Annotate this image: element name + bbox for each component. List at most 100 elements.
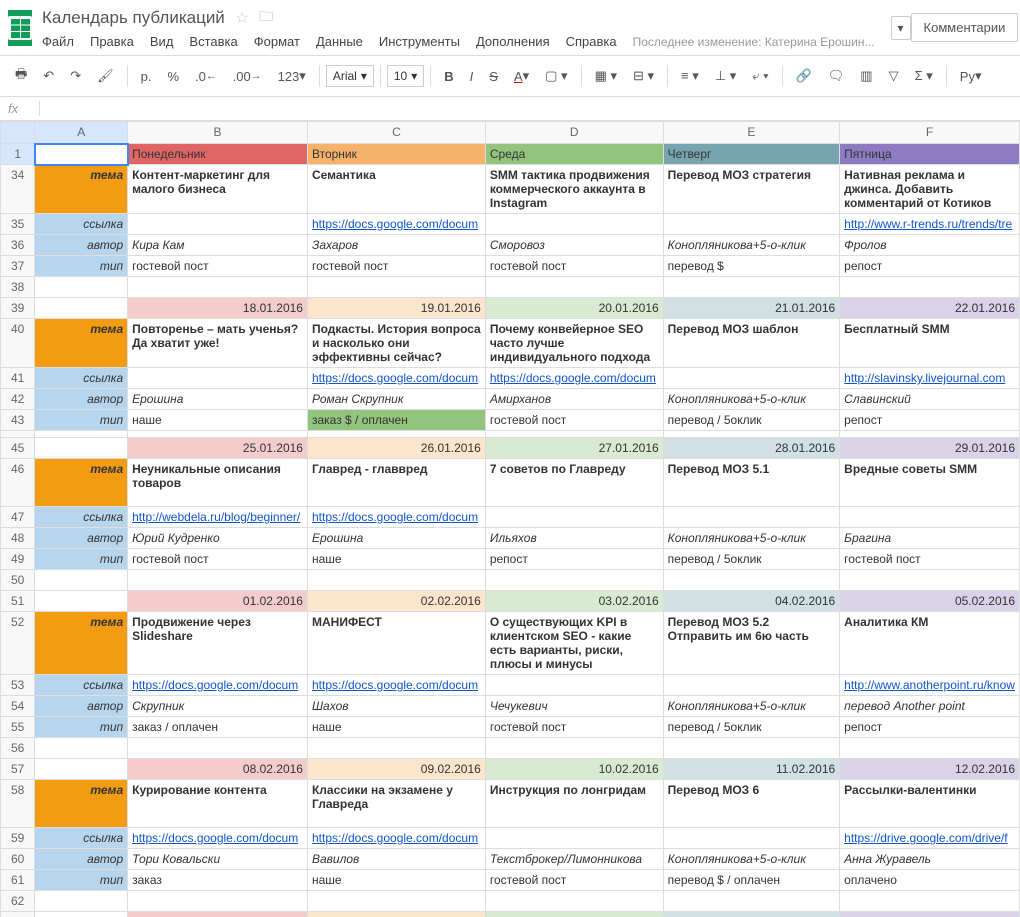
avtor-cell[interactable]: Скрупник <box>128 696 308 717</box>
menu-help[interactable]: Справка <box>566 34 617 49</box>
tema-cell[interactable]: Бесплатный SMM <box>840 319 1020 368</box>
date-cell[interactable]: 19.02.2016 <box>840 912 1020 917</box>
tip-cell[interactable]: репост <box>840 256 1020 277</box>
avtor-cell[interactable]: Текстброкер/Лимонникова <box>485 849 663 870</box>
row-header[interactable]: 45 <box>1 438 35 459</box>
tip-cell[interactable]: оплачено <box>840 870 1020 891</box>
avtor-cell[interactable]: Амирханов <box>485 389 663 410</box>
menu-format[interactable]: Формат <box>254 34 300 49</box>
avtor-cell[interactable]: Брагина <box>840 528 1020 549</box>
tip-cell[interactable]: перевод $ <box>663 256 840 277</box>
cell[interactable] <box>663 570 840 591</box>
day-header[interactable]: Пятница <box>840 144 1020 165</box>
tip-cell[interactable]: наше <box>307 870 485 891</box>
cell[interactable] <box>35 738 128 759</box>
label-tip[interactable]: тип <box>35 549 128 570</box>
dec-increase-button[interactable]: .00→ <box>226 64 269 89</box>
label-tip[interactable]: тип <box>35 256 128 277</box>
tema-cell[interactable]: SMM тактика продвижения коммерческого ак… <box>485 165 663 214</box>
link-cell[interactable] <box>663 828 840 849</box>
avtor-cell[interactable]: Ерошина <box>307 528 485 549</box>
tema-cell[interactable]: О существующих KPI в клиентском SEO - ка… <box>485 612 663 675</box>
label-tema[interactable]: тема <box>35 780 128 828</box>
date-cell[interactable]: 17.02.2016 <box>485 912 663 917</box>
date-cell[interactable]: 19.01.2016 <box>307 298 485 319</box>
tema-cell[interactable]: Почему конвейерное SEO часто лучше индив… <box>485 319 663 368</box>
chart-button[interactable]: ▥ <box>853 63 879 89</box>
row-header[interactable]: 48 <box>1 528 35 549</box>
label-avtor[interactable]: автор <box>35 528 128 549</box>
link-button[interactable]: 🔗 <box>789 63 819 89</box>
cell[interactable] <box>128 570 308 591</box>
link-cell[interactable] <box>485 214 663 235</box>
label-tema[interactable]: тема <box>35 319 128 368</box>
date-cell[interactable]: 01.02.2016 <box>128 591 308 612</box>
row-header[interactable]: 41 <box>1 368 35 389</box>
tip-cell[interactable]: гостевой пост <box>485 410 663 431</box>
row-header[interactable]: 56 <box>1 738 35 759</box>
font-select[interactable]: Arial ▾ <box>326 65 374 87</box>
menu-view[interactable]: Вид <box>150 34 174 49</box>
row-header[interactable]: 58 <box>1 780 35 828</box>
date-cell[interactable]: 04.02.2016 <box>663 591 840 612</box>
cell-A1[interactable] <box>35 144 128 165</box>
avtor-cell[interactable]: Роман Скрупник <box>307 389 485 410</box>
valign-button[interactable]: ⊥ ▾ <box>708 63 743 89</box>
row-header[interactable]: 59 <box>1 828 35 849</box>
link-cell[interactable] <box>840 507 1020 528</box>
tema-cell[interactable]: Неуникальные описания товаров <box>128 459 308 507</box>
strike-button[interactable]: S <box>482 64 505 89</box>
tema-cell[interactable]: Семантика <box>307 165 485 214</box>
avtor-cell[interactable]: Ильяхов <box>485 528 663 549</box>
cell[interactable] <box>485 570 663 591</box>
tema-cell[interactable]: Вредные советы SMM <box>840 459 1020 507</box>
row-header[interactable] <box>1 431 35 438</box>
date-cell[interactable]: 28.01.2016 <box>663 438 840 459</box>
link-cell[interactable] <box>485 675 663 696</box>
more-formats-button[interactable]: 123 ▾ <box>271 63 313 89</box>
tip-cell[interactable]: гостевой пост <box>307 256 485 277</box>
row-header[interactable]: 63 <box>1 912 35 917</box>
tema-cell[interactable]: Контент-маркетинг для малого бизнеса <box>128 165 308 214</box>
tema-cell[interactable]: Перевод МОЗ 5.1 <box>663 459 840 507</box>
date-cell[interactable]: 27.01.2016 <box>485 438 663 459</box>
folder-icon[interactable]: 🗀 <box>259 6 273 30</box>
menu-tools[interactable]: Инструменты <box>379 34 460 49</box>
undo-icon[interactable]: ↶ <box>36 63 61 89</box>
merge-button[interactable]: ⊟ ▾ <box>626 63 661 89</box>
menu-edit[interactable]: Правка <box>90 34 134 49</box>
tema-cell[interactable]: Рассылки-валентинки <box>840 780 1020 828</box>
redo-icon[interactable]: ↷ <box>63 63 88 89</box>
row-header[interactable]: 39 <box>1 298 35 319</box>
avtor-cell[interactable]: Конопляникова+5-о-клик <box>663 696 840 717</box>
link-cell[interactable]: https://docs.google.com/docum <box>128 675 308 696</box>
date-cell[interactable]: 16.02.2016 <box>307 912 485 917</box>
date-cell[interactable]: 21.01.2016 <box>663 298 840 319</box>
label-tip[interactable]: тип <box>35 717 128 738</box>
label-tip[interactable]: тип <box>35 410 128 431</box>
cell[interactable] <box>128 738 308 759</box>
cell[interactable] <box>663 277 840 298</box>
link-cell[interactable] <box>663 368 840 389</box>
tip-cell[interactable]: заказ $ / оплачен <box>307 410 485 431</box>
tema-cell[interactable]: МАНИФЕСТ <box>307 612 485 675</box>
label-avtor[interactable]: автор <box>35 389 128 410</box>
avtor-cell[interactable]: Фролов <box>840 235 1020 256</box>
col-header-D[interactable]: D <box>485 122 663 144</box>
cell[interactable] <box>35 277 128 298</box>
menu-file[interactable]: Файл <box>42 34 74 49</box>
date-cell[interactable]: 20.01.2016 <box>485 298 663 319</box>
cell[interactable] <box>663 431 840 438</box>
avtor-cell[interactable]: перевод Another point <box>840 696 1020 717</box>
link-cell[interactable]: https://docs.google.com/docum <box>307 828 485 849</box>
avtor-cell[interactable]: Тори Ковальски <box>128 849 308 870</box>
date-cell[interactable]: 25.01.2016 <box>128 438 308 459</box>
tip-cell[interactable]: заказ <box>128 870 308 891</box>
percent-button[interactable]: % <box>160 64 186 89</box>
row-header[interactable]: 36 <box>1 235 35 256</box>
label-avtor[interactable]: автор <box>35 235 128 256</box>
label-ssylka[interactable]: ссылка <box>35 368 128 389</box>
cell[interactable] <box>35 431 128 438</box>
dec-decrease-button[interactable]: .0← <box>188 64 224 89</box>
row-header[interactable]: 1 <box>1 144 35 165</box>
